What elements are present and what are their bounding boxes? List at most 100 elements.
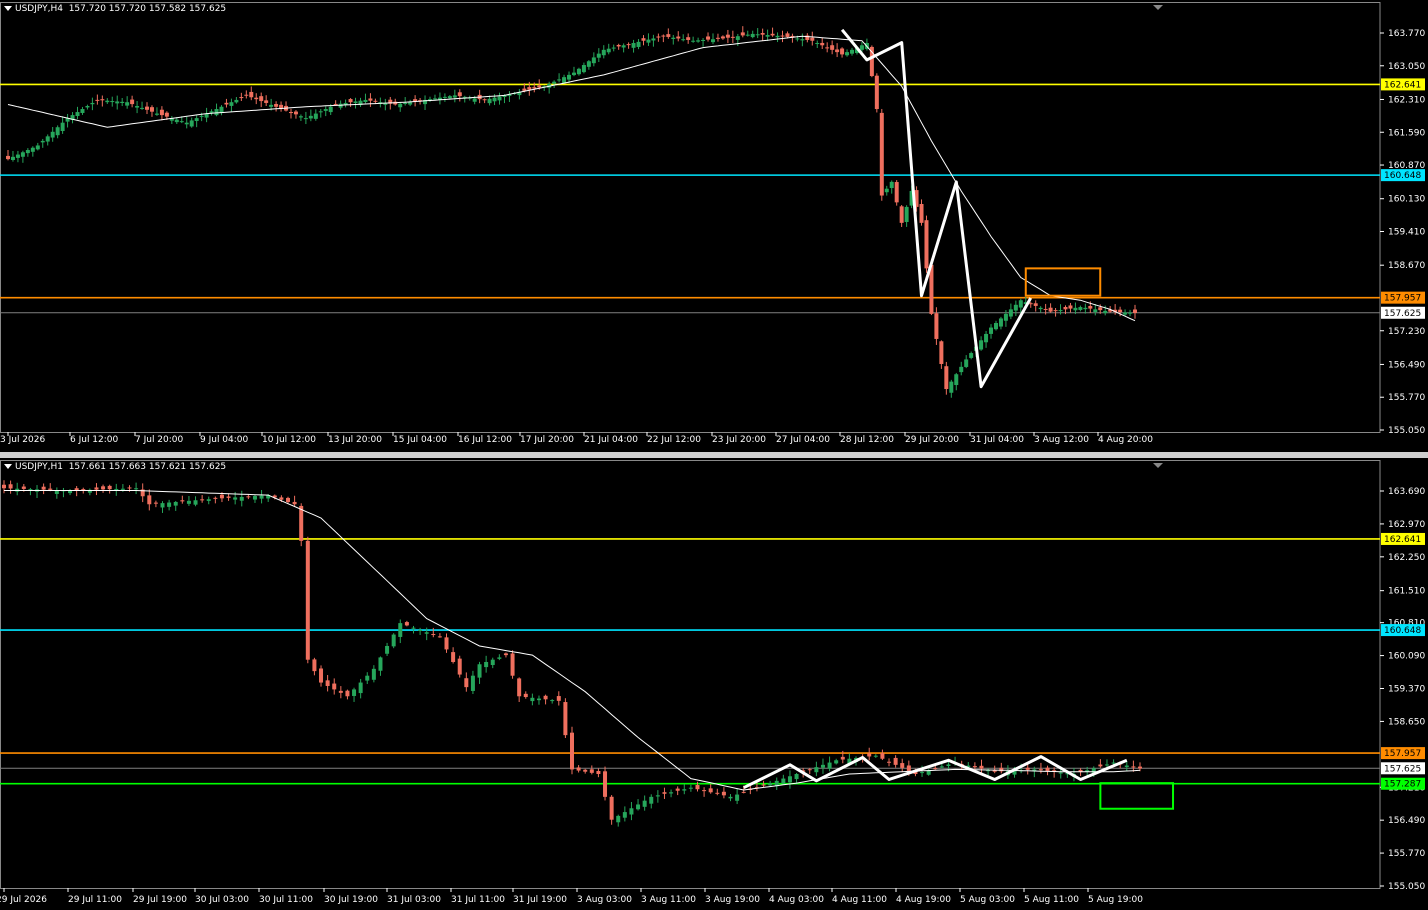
candle-body bbox=[651, 38, 656, 41]
orange-level-label: 157.957 bbox=[1384, 294, 1421, 304]
candle-body bbox=[101, 486, 106, 490]
candle-body bbox=[233, 497, 238, 500]
candle-body bbox=[969, 353, 974, 358]
candle-body bbox=[682, 789, 687, 791]
candle-body bbox=[378, 657, 383, 671]
candle-body bbox=[1025, 767, 1030, 770]
x-tick-label: 30 Jul 11:00 bbox=[259, 895, 313, 905]
candle-body bbox=[259, 96, 264, 102]
candle-body bbox=[710, 39, 715, 43]
candle-body bbox=[90, 102, 95, 105]
triangle-down-icon[interactable] bbox=[4, 6, 12, 11]
candle-body bbox=[621, 45, 626, 48]
candle-body bbox=[1083, 307, 1088, 310]
candle-body bbox=[149, 107, 154, 112]
candle-body bbox=[194, 118, 199, 122]
candle-body bbox=[503, 653, 508, 656]
candle-body bbox=[371, 668, 376, 680]
y-tick-label: 155.770 bbox=[1388, 393, 1425, 403]
candle-body bbox=[517, 678, 522, 697]
x-tick-label: 4 Aug 03:00 bbox=[769, 895, 824, 905]
candle-body bbox=[352, 689, 357, 696]
candle-body bbox=[274, 104, 279, 107]
candle-body bbox=[41, 486, 46, 490]
candle-body bbox=[293, 111, 298, 115]
candle-body bbox=[760, 33, 765, 35]
candle-body bbox=[1063, 307, 1068, 310]
candle-body bbox=[1058, 772, 1063, 774]
candle-body bbox=[368, 98, 373, 101]
candle-body bbox=[127, 487, 132, 489]
candle-body bbox=[543, 695, 548, 700]
candle-body bbox=[154, 113, 159, 115]
candle-body bbox=[807, 769, 812, 771]
candle-body bbox=[348, 99, 353, 103]
candle-body bbox=[244, 94, 249, 96]
y-tick-label: 160.090 bbox=[1388, 652, 1425, 662]
candle-body bbox=[622, 812, 627, 818]
candle-body bbox=[398, 103, 403, 108]
x-tick-label: 4 Aug 20:00 bbox=[1098, 435, 1153, 445]
candle-body bbox=[1093, 309, 1098, 313]
candle-body bbox=[305, 540, 310, 660]
candle-body bbox=[325, 680, 330, 686]
candle-body bbox=[20, 152, 25, 157]
candle-body bbox=[556, 696, 561, 701]
candle-body bbox=[695, 785, 700, 790]
candle-body bbox=[576, 68, 581, 75]
x-tick-label: 29 Jul 11:00 bbox=[68, 895, 122, 905]
candle-body bbox=[795, 38, 800, 40]
x-tick-label: 30 Jul 03:00 bbox=[195, 895, 249, 905]
candle-body bbox=[562, 77, 567, 83]
candle-body bbox=[472, 98, 477, 102]
x-tick-label: 31 Jul 04:00 bbox=[970, 435, 1024, 445]
candle-body bbox=[214, 109, 219, 116]
candle-body bbox=[1003, 313, 1008, 321]
y-tick-label: 163.050 bbox=[1388, 62, 1425, 72]
candle-body bbox=[845, 52, 850, 56]
candle-body bbox=[442, 96, 447, 98]
panel-separator bbox=[0, 452, 1428, 458]
candle-body bbox=[834, 760, 839, 764]
x-tick-label: 5 Aug 19:00 bbox=[1088, 895, 1143, 905]
x-tick-label: 21 Jul 04:00 bbox=[584, 435, 638, 445]
candle-body bbox=[75, 112, 80, 117]
h1-chart: 163.690162.970162.250161.510160.810160.0… bbox=[0, 460, 1425, 905]
candle-body bbox=[715, 792, 720, 794]
candle-body bbox=[989, 327, 994, 334]
candle-body bbox=[755, 34, 760, 36]
candle-body bbox=[825, 47, 830, 49]
candle-body bbox=[522, 88, 527, 91]
candle-body bbox=[1073, 307, 1078, 311]
candle-body bbox=[319, 668, 324, 683]
candle-body bbox=[1138, 766, 1142, 769]
candle-body bbox=[867, 753, 872, 757]
candle-body bbox=[939, 766, 944, 768]
candle-body bbox=[750, 33, 755, 38]
candle-body bbox=[1033, 303, 1038, 306]
candle-body bbox=[662, 792, 667, 794]
candle-body bbox=[447, 96, 452, 99]
candle-body bbox=[949, 381, 954, 393]
candle-body bbox=[470, 675, 475, 691]
candle-body bbox=[299, 505, 304, 541]
triangle-down-icon[interactable] bbox=[4, 464, 12, 469]
candle-body bbox=[583, 769, 588, 772]
candle-body bbox=[840, 756, 845, 760]
candle-body bbox=[656, 36, 661, 38]
candle-body bbox=[140, 107, 145, 109]
candle-body bbox=[589, 769, 594, 773]
candle-body bbox=[153, 502, 158, 504]
candle-body bbox=[184, 122, 189, 125]
x-tick-label: 29 Jul 19:00 bbox=[133, 895, 187, 905]
candle-body bbox=[715, 37, 720, 39]
candle-body bbox=[735, 36, 740, 40]
candle-body bbox=[94, 487, 99, 490]
triangle-down-icon bbox=[1153, 5, 1163, 10]
x-tick-label: 5 Aug 03:00 bbox=[960, 895, 1015, 905]
candle-body bbox=[899, 206, 904, 223]
h4-chart: 163.770163.050162.310161.590160.870160.1… bbox=[0, 2, 1425, 445]
candle-body bbox=[964, 359, 969, 367]
green-level-label: 157.287 bbox=[1384, 780, 1421, 790]
candle-body bbox=[933, 768, 938, 770]
